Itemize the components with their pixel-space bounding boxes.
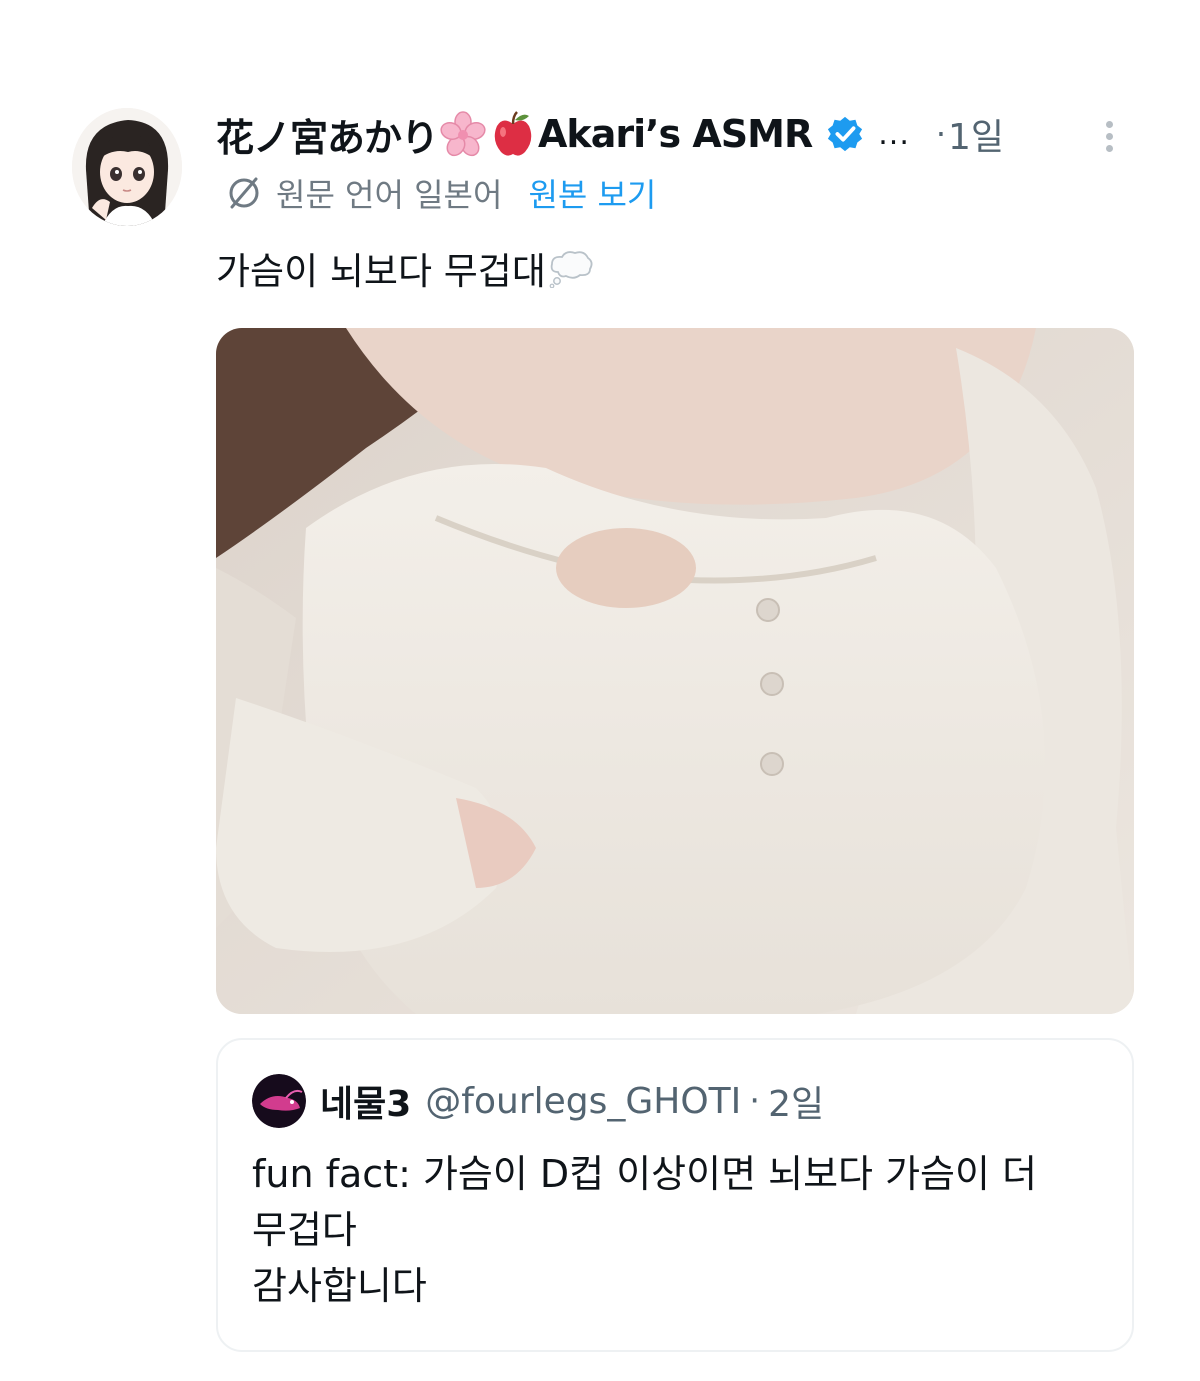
view-original-link[interactable]: 원본 보기 [528,170,656,216]
tweet-text: 가슴이 뇌보다 무겁대 [216,240,594,296]
quoted-separator-dot: · [749,1081,761,1121]
tweet-text-content: 가슴이 뇌보다 무겁대 [216,250,546,293]
translate-icon [226,175,262,211]
quoted-avatar[interactable] [252,1074,306,1128]
name-truncation: ... [878,116,910,152]
translation-note: 원문 언어 일본어 [276,176,503,214]
display-name-suffix[interactable]: Akari’s ASMR [538,112,813,156]
quoted-text-line: 감사합니다 [252,1264,427,1308]
tweet-photo[interactable] [216,328,1134,1014]
quoted-text-line: 무겁다 [252,1208,357,1252]
post-time[interactable]: 1일 [948,108,1004,160]
tweet: 花ノ宮あかり Akari’s ASMR ... · 1일 원문 언어 일본어 원… [0,0,1200,1381]
separator-dot: · [935,115,947,153]
apple-icon [489,110,537,158]
quoted-tweet[interactable]: 네물3 @fourlegs_GHOTI · 2일 fun fact: 가슴이 D… [216,1038,1134,1352]
cherry-blossom-icon [439,110,487,158]
quoted-time[interactable]: 2일 [768,1075,824,1127]
quoted-display-name[interactable]: 네물3 [320,1075,411,1127]
more-options-icon[interactable] [1098,116,1120,156]
thought-balloon-icon [548,248,594,288]
quoted-text-line: fun fact: 가슴이 D컵 이상이면 뇌보다 가슴이 더 [252,1152,1038,1196]
quoted-handle[interactable]: @fourlegs_GHOTI [425,1081,741,1122]
avatar[interactable] [72,108,182,226]
tweet-header: 花ノ宮あかり Akari’s ASMR ... · 1일 [216,108,1004,160]
quoted-tweet-header: 네물3 @fourlegs_GHOTI · 2일 [252,1072,824,1130]
translation-row: 원문 언어 일본어 원본 보기 [226,168,656,218]
display-name[interactable]: 花ノ宮あかり [216,107,439,162]
quoted-tweet-text: fun fact: 가슴이 D컵 이상이면 뇌보다 가슴이 더 무겁다 감사합니… [252,1146,1112,1314]
verified-badge-icon [826,115,864,153]
